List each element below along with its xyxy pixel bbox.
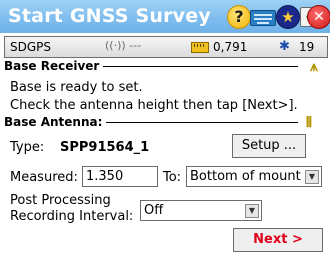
close-icon[interactable]: ✕: [307, 5, 330, 29]
status-message-line2: Check the antenna height then tap [Next>…: [10, 98, 298, 113]
recording-interval-select[interactable]: Off ▼: [140, 200, 262, 221]
measured-label: Measured:: [10, 170, 78, 185]
dropdown-arrow-icon[interactable]: ▼: [245, 204, 259, 218]
precision-value: 0,791: [213, 40, 248, 54]
dropdown-arrow-icon[interactable]: ▼: [305, 170, 319, 184]
window-title: Start GNSS Survey: [8, 5, 211, 27]
post-processing-label-line1: Post Processing: [10, 193, 111, 208]
status-message-line1: Base is ready to set.: [10, 80, 143, 95]
next-button[interactable]: Next >: [233, 228, 323, 252]
status-bar[interactable]: SDGPS ((·)) --- 0,791 ✱ 19: [4, 36, 328, 58]
receiver-icon: ⩚: [310, 59, 318, 75]
base-receiver-label: Base Receiver: [4, 59, 104, 73]
title-bar: Start GNSS Survey ? ★ ✓ ✕: [0, 0, 330, 33]
base-receiver-section: Base Receiver ⩚: [4, 59, 326, 75]
satellite-icon: ✱: [279, 39, 290, 54]
signal-status: ((·)) ---: [105, 39, 142, 52]
setup-button[interactable]: Setup ...: [232, 134, 306, 158]
base-antenna-label: Base Antenna:: [4, 115, 107, 129]
antenna-type-value: SPP91564_1: [60, 140, 150, 155]
recording-interval-value: Off: [144, 203, 164, 218]
measure-to-value: Bottom of mount: [190, 169, 301, 184]
keyboard-icon[interactable]: [250, 10, 276, 26]
help-icon[interactable]: ?: [227, 5, 251, 29]
measured-height-input[interactable]: 1.350: [82, 166, 158, 187]
precision-ruler-icon: [191, 42, 209, 53]
measure-to-label: To:: [163, 170, 182, 185]
antenna-type-label: Type:: [10, 140, 45, 155]
base-antenna-section: Base Antenna: ⫴: [4, 115, 326, 131]
measure-to-select[interactable]: Bottom of mount ▼: [186, 166, 322, 187]
gnss-mode: SDGPS: [10, 40, 52, 54]
favorites-star-icon[interactable]: ★: [276, 5, 300, 29]
satellite-count: 19: [299, 40, 315, 54]
post-processing-label-line2: Recording Interval:: [10, 209, 134, 224]
antenna-height-icon: ⫴: [306, 115, 312, 131]
